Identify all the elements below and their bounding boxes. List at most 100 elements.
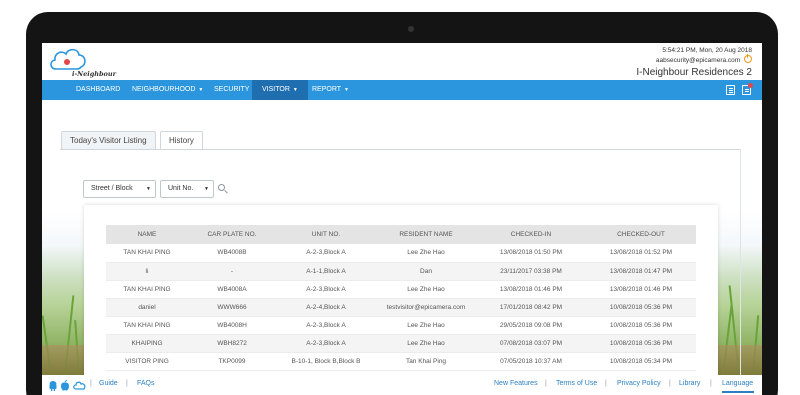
cell-checked-out: 10/08/2018 05:34 PM [586, 352, 696, 371]
header-user-email: aabsecurity@epicamera.com [636, 54, 752, 66]
cell-checked-in: 13/08/2018 01:50 PM [476, 244, 586, 263]
cell-checked-in: 17/01/2018 08:42 PM [476, 298, 586, 317]
main-nav: DASHBOARD NEIGHBOURHOOD ▼ SECURITY VISITO… [42, 80, 762, 100]
document-list-icon[interactable] [726, 85, 735, 95]
footer-link-privacy[interactable]: Privacy Policy [617, 380, 661, 387]
tab-history-label: History [169, 136, 194, 145]
cell-checked-out: 10/08/2018 05:36 PM [586, 334, 696, 353]
unit-no-select-value: Unit No. [168, 185, 194, 192]
footer-link-library[interactable]: Library [679, 380, 700, 387]
logo-text: i-Neighbour [72, 70, 117, 78]
cell-unit-no: B-10-1, Block B,Block B [276, 352, 376, 371]
nav-report-label: REPORT [312, 86, 342, 93]
visitor-history-table: NAME CAR PLATE NO. UNIT NO. RESIDENT NAM… [106, 225, 696, 371]
cell-checked-out: 10/08/2018 05:36 PM [586, 316, 696, 335]
cell-checked-in: 13/08/2018 01:46 PM [476, 280, 586, 299]
nav-report[interactable]: REPORT ▼ [312, 80, 349, 100]
caret-down-icon: ▼ [344, 87, 349, 93]
cell-car-plate: - [188, 262, 276, 281]
cell-car-plate: WWW666 [188, 298, 276, 317]
table-row[interactable]: KHAIPING WBH8272 A-2-3,Block A Lee Zhe H… [106, 334, 696, 353]
table-row[interactable]: TAN KHAI PING WB4008A A-2-3,Block A Lee … [106, 280, 696, 299]
app-header: i-Neighbour 5:54:21 PM, Mon, 20 Aug 2018… [42, 43, 762, 80]
cell-name: TAN KHAI PING [106, 316, 188, 335]
tab-history[interactable]: History [160, 131, 203, 150]
table-row[interactable]: daniel WWW666 A-2-4,Block A testvisitor@… [106, 298, 696, 317]
cloud-icon[interactable] [73, 380, 87, 391]
language-underline [722, 391, 754, 393]
footer-link-terms[interactable]: Terms of Use [556, 380, 597, 387]
cell-resident-name: Lee Zhe Hao [376, 334, 476, 353]
footer-separator: | [710, 380, 712, 387]
nav-dashboard[interactable]: DASHBOARD [76, 80, 120, 100]
col-checked-in[interactable]: CHECKED-IN [476, 225, 586, 244]
apple-icon[interactable] [60, 380, 70, 391]
col-checked-out[interactable]: CHECKED-OUT [586, 225, 696, 244]
footer-separator: | [605, 380, 607, 387]
cell-resident-name: Lee Zhe Hao [376, 244, 476, 263]
cell-resident-name: Lee Zhe Hao [376, 316, 476, 335]
cell-resident-name: Dan [376, 262, 476, 281]
nav-visitor[interactable]: VISITOR ▼ [252, 80, 308, 100]
footer-separator: | [545, 380, 547, 387]
nav-neighbourhood[interactable]: NEIGHBOURHOOD ▼ [132, 80, 203, 100]
cell-name: TAN KHAI PING [106, 280, 188, 299]
cell-checked-out: 13/08/2018 01:46 PM [586, 280, 696, 299]
cell-unit-no: A-1-1,Block A [276, 262, 376, 281]
cell-name: li [106, 262, 188, 281]
visitor-history-card: NAME CAR PLATE NO. UNIT NO. RESIDENT NAM… [84, 205, 718, 395]
site-name: I-Neighbour Residences 2 [636, 67, 752, 78]
unit-no-select[interactable]: Unit No. ▼ [160, 180, 214, 198]
footer-link-guide[interactable]: Guide [99, 380, 118, 387]
footer-link-language[interactable]: Language [722, 380, 753, 387]
footer-link-new-features[interactable]: New Features [494, 380, 538, 387]
cell-unit-no: A-2-4,Block A [276, 298, 376, 317]
cell-name: daniel [106, 298, 188, 317]
cell-car-plate: WB4008A [188, 280, 276, 299]
cell-name: KHAIPING [106, 334, 188, 353]
cell-name: VISITOR PING [106, 352, 188, 371]
nav-security-label: SECURITY [214, 86, 250, 93]
cell-checked-out: 13/08/2018 01:47 PM [586, 262, 696, 281]
app-logo[interactable]: i-Neighbour [48, 45, 116, 79]
app-footer: | Guide | FAQs New Features | Terms of U… [42, 375, 762, 395]
nav-dashboard-label: DASHBOARD [76, 86, 121, 93]
street-block-select-value: Street / Block [91, 185, 133, 192]
cell-resident-name: testvisitor@epicamera.com [376, 298, 476, 317]
col-resident-name[interactable]: RESIDENT NAME [376, 225, 476, 244]
cell-unit-no: A-2-3,Block A [276, 244, 376, 263]
cell-name: TAN KHAI PING [106, 244, 188, 263]
tab-todays-visitor-listing-label: Today's Visitor Listing [70, 136, 147, 145]
street-block-select[interactable]: Street / Block ▼ [83, 180, 156, 198]
caret-down-icon: ▼ [198, 87, 204, 93]
cell-resident-name: Tan Khai Ping [376, 352, 476, 371]
footer-separator: | [126, 380, 128, 387]
camera-dot [408, 26, 414, 32]
cell-car-plate: WBH8272 [188, 334, 276, 353]
table-row[interactable]: li - A-1-1,Block A Dan 23/11/2017 03:38 … [106, 262, 696, 281]
cell-car-plate: WB4008H [188, 316, 276, 335]
col-unit-no[interactable]: UNIT NO. [276, 225, 376, 244]
cell-unit-no: A-2-3,Block A [276, 316, 376, 335]
chevron-down-icon: ▼ [146, 186, 151, 192]
cell-checked-in: 07/05/2018 10:37 AM [476, 352, 586, 371]
table-row[interactable]: TAN KHAI PING WB4008B A-2-3,Block A Lee … [106, 244, 696, 263]
notification-icon[interactable] [742, 83, 753, 95]
col-car-plate[interactable]: CAR PLATE NO. [188, 225, 276, 244]
cell-car-plate: WB4008B [188, 244, 276, 263]
table-header-row: NAME CAR PLATE NO. UNIT NO. RESIDENT NAM… [106, 225, 696, 244]
col-name[interactable]: NAME [106, 225, 188, 244]
android-icon[interactable] [48, 380, 58, 391]
footer-separator: | [669, 380, 671, 387]
footer-link-faqs[interactable]: FAQs [137, 380, 155, 387]
cell-unit-no: A-2-3,Block A [276, 334, 376, 353]
table-row[interactable]: TAN KHAI PING WB4008H A-2-3,Block A Lee … [106, 316, 696, 335]
table-row[interactable]: VISITOR PING TKP0099 B-10-1, Block B,Blo… [106, 352, 696, 371]
tab-todays-visitor-listing[interactable]: Today's Visitor Listing [61, 131, 156, 149]
cell-checked-in: 23/11/2017 03:38 PM [476, 262, 586, 281]
cell-resident-name: Lee Zhe Hao [376, 280, 476, 299]
notification-badge [748, 83, 753, 88]
power-icon[interactable] [744, 54, 752, 63]
search-icon[interactable] [218, 184, 225, 191]
nav-security[interactable]: SECURITY [214, 80, 249, 100]
